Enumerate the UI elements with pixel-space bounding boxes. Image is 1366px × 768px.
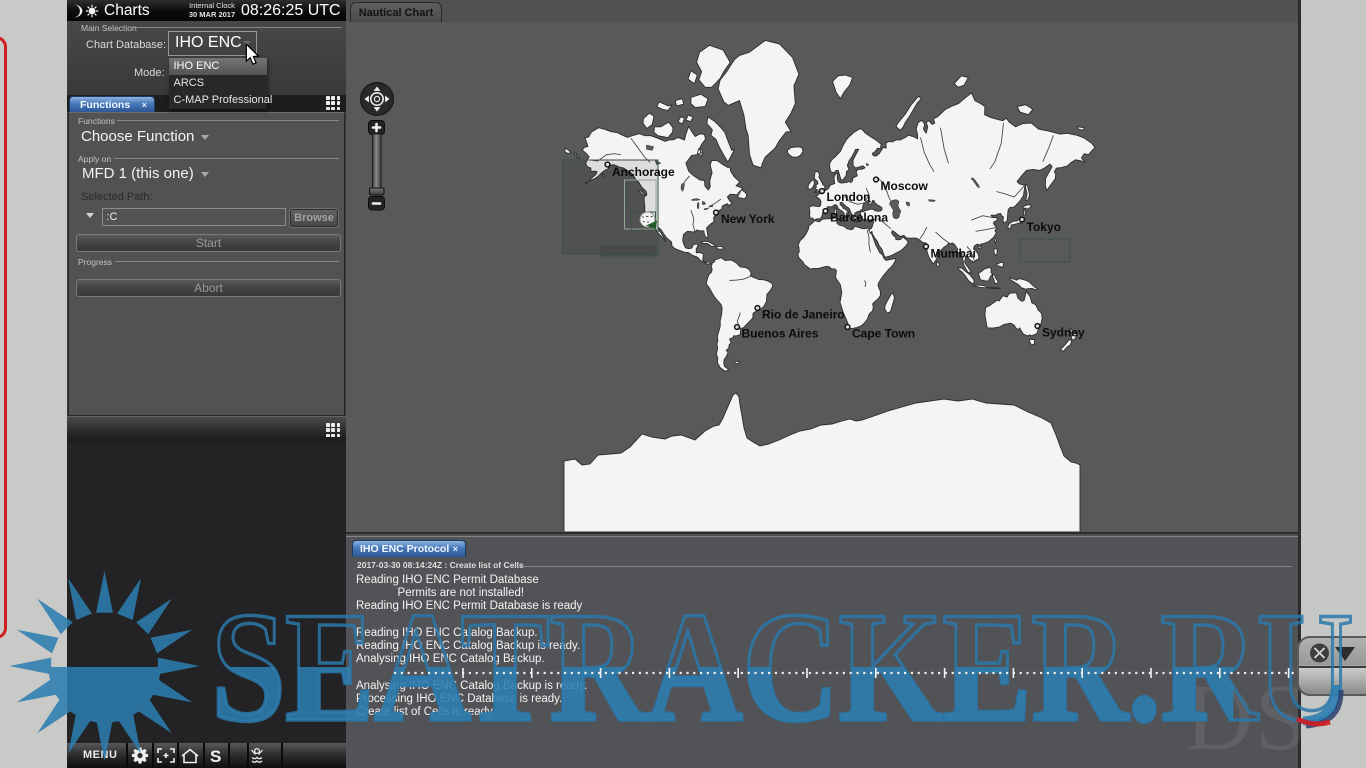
svg-text:Barcelona: Barcelona (830, 211, 888, 225)
svg-text:Cape Town: Cape Town (852, 327, 915, 341)
svg-text:Tokyo: Tokyo (1027, 220, 1061, 234)
svg-text:Rio de Janeiro: Rio de Janeiro (762, 308, 845, 322)
svg-text:New York: New York (721, 212, 775, 226)
svg-text:Buenos Aires: Buenos Aires (742, 327, 819, 341)
svg-text:Sydney: Sydney (1042, 326, 1085, 340)
svg-text:Mumbai: Mumbai (931, 247, 976, 261)
svg-text:Moscow: Moscow (881, 179, 929, 193)
svg-text:Anchorage: Anchorage (612, 165, 675, 179)
svg-text:London: London (827, 190, 871, 204)
